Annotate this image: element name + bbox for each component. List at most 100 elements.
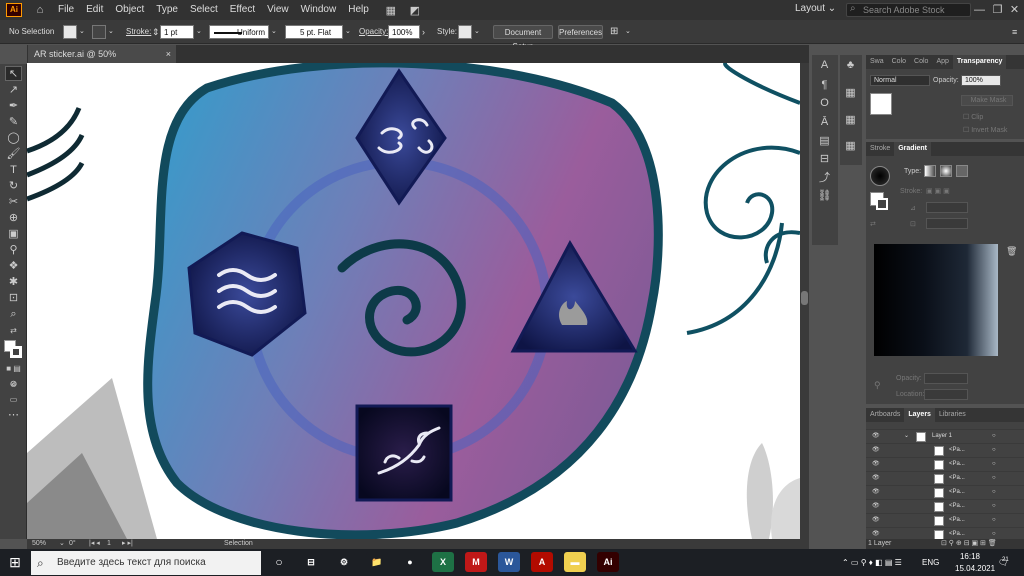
menu-type[interactable]: Type	[150, 0, 184, 20]
zoom-dropdown-icon[interactable]: ⌄	[59, 539, 65, 549]
scissors-tool-icon[interactable]: ✂	[5, 195, 22, 210]
target-circle-icon[interactable]: ○	[992, 430, 996, 443]
stock-search-input[interactable]: Search Adobe Stock	[846, 3, 971, 17]
control-bar-menu-icon[interactable]: ≡	[1012, 25, 1017, 39]
visibility-eye-icon[interactable]: 👁	[872, 472, 880, 485]
taskbar-search-input[interactable]: Введите здесь текст для поиска	[31, 551, 261, 575]
swatches-panel-icon[interactable]: ▦	[842, 112, 859, 128]
arrange-dropdown-icon[interactable]: ⌄	[625, 25, 631, 39]
freeform-gradient-icon[interactable]	[956, 165, 968, 177]
paragraph-panel-icon[interactable]: ¶	[816, 77, 833, 93]
rotation-value[interactable]: 0°	[69, 539, 76, 549]
visibility-eye-icon[interactable]: 👁	[872, 458, 880, 471]
artboard-number[interactable]: 1	[107, 539, 111, 549]
target-circle-icon[interactable]: ○	[992, 500, 996, 513]
target-circle-icon[interactable]: ○	[992, 444, 996, 457]
sublayer-row[interactable]: 👁 <Pa... ○	[866, 513, 1024, 527]
restore-button[interactable]: ❐	[989, 0, 1006, 20]
tab-gradient[interactable]: Gradient	[894, 142, 932, 156]
radial-gradient-icon[interactable]	[940, 165, 952, 177]
menu-object[interactable]: Object	[109, 0, 150, 20]
file-explorer-icon[interactable]: 📁	[366, 552, 388, 572]
angle-field[interactable]	[926, 202, 968, 213]
gradient-opacity-field[interactable]	[924, 373, 968, 384]
visibility-eye-icon[interactable]: 👁	[872, 444, 880, 457]
tab-stroke[interactable]: Stroke	[866, 142, 894, 156]
swap-colors-icon[interactable]: ⇄	[5, 323, 22, 338]
graphic-styles-panel-icon[interactable]: ▦	[842, 85, 859, 101]
tab-artboards[interactable]: Artboards	[866, 408, 904, 422]
menu-edit[interactable]: Edit	[80, 0, 109, 20]
word-icon[interactable]: W	[498, 552, 520, 572]
menu-help[interactable]: Help	[342, 0, 375, 20]
tab-libraries[interactable]: Libraries	[935, 408, 970, 422]
links-panel-icon[interactable]: ⛓	[816, 188, 833, 204]
path-name[interactable]: <Pa...	[949, 472, 965, 485]
path-name[interactable]: <Pa...	[949, 514, 965, 527]
delete-stop-icon[interactable]: 🗑	[1006, 246, 1017, 257]
sublayer-row[interactable]: 👁 <Pa... ○	[866, 499, 1024, 513]
mcafee-icon[interactable]: M	[465, 552, 487, 572]
path-name[interactable]: <Pa...	[949, 458, 965, 471]
screen-mode-icon[interactable]: ▭	[5, 392, 22, 407]
transparency-opacity-field[interactable]: 100%	[961, 75, 1001, 86]
export-panel-icon[interactable]: ⤴	[816, 170, 833, 186]
chrome-icon[interactable]: ●	[399, 552, 421, 572]
vertical-scrollbar[interactable]	[800, 63, 809, 539]
brush-dropdown-icon[interactable]: ⌄	[345, 25, 351, 39]
gradient-stroke-box[interactable]	[876, 198, 888, 210]
glyphs-panel-icon[interactable]: Ā	[816, 114, 833, 130]
direct-selection-tool-icon[interactable]: ↗	[5, 83, 22, 98]
linear-gradient-icon[interactable]	[924, 165, 936, 177]
gradient-eyedropper-icon[interactable]: ⚲	[874, 380, 881, 391]
gradient-swatch[interactable]	[870, 166, 890, 186]
target-circle-icon[interactable]: ○	[992, 472, 996, 485]
sublayer-row[interactable]: 👁 <Pa... ○	[866, 471, 1024, 485]
stroke-profile-select[interactable]: Uniform	[209, 25, 269, 39]
scroll-thumb[interactable]	[801, 291, 808, 305]
tab-color-guide[interactable]: Colo	[910, 55, 932, 69]
tab-layers[interactable]: Layers	[904, 408, 935, 422]
zoom-level[interactable]: 50%	[32, 539, 46, 549]
sublayer-row[interactable]: 👁 <Pa... ○	[866, 457, 1024, 471]
illustrator-icon[interactable]: Ai	[597, 552, 619, 572]
tab-appearance[interactable]: App	[932, 55, 952, 69]
menu-effect[interactable]: Effect	[224, 0, 261, 20]
align-panel-icon[interactable]: ⊟	[816, 151, 833, 167]
brush-select[interactable]: 5 pt. Flat	[285, 25, 343, 39]
minimize-button[interactable]: —	[971, 0, 988, 20]
opentype-panel-icon[interactable]: O	[816, 95, 833, 111]
path-name[interactable]: <Pa...	[949, 500, 965, 513]
arrange-docs-icon[interactable]: ▦	[383, 3, 399, 17]
arrange-icon[interactable]: ⊞	[610, 25, 618, 39]
visibility-eye-icon[interactable]: 👁	[872, 486, 880, 499]
opacity-label[interactable]: Opacity:	[359, 25, 388, 39]
path-name[interactable]: <Pa...	[949, 486, 965, 499]
stroke-weight-dropdown-icon[interactable]: ⌄	[196, 25, 202, 39]
layer-name[interactable]: Layer 1	[932, 430, 952, 443]
stroke-swatch[interactable]	[92, 25, 106, 39]
tab-swatches[interactable]: Swa	[866, 55, 888, 69]
target-circle-icon[interactable]: ○	[992, 486, 996, 499]
clip-checkbox[interactable]: ☐ Clip	[963, 113, 983, 121]
acrobat-icon[interactable]: A	[531, 552, 553, 572]
reverse-gradient-icon[interactable]: ⇄	[870, 220, 876, 228]
layers-footer-icons[interactable]: ⊡ ⚲ ⊕ ⊟ ▣ ⊞ 🗑	[941, 539, 997, 549]
windows-start-icon[interactable]: ⊞	[6, 553, 24, 571]
character-panel-icon[interactable]: A	[816, 57, 833, 73]
first-artboard-icon[interactable]: |◂ ◂	[89, 539, 100, 549]
opacity-arrow-icon[interactable]: ›	[422, 25, 425, 39]
task-view-icon[interactable]: ⊟	[300, 552, 322, 572]
home-icon[interactable]: ⌂	[32, 3, 48, 17]
stroke-stepper-icon[interactable]: ⇕	[152, 25, 160, 39]
menu-file[interactable]: File	[52, 0, 80, 20]
blend-tool-icon[interactable]: ❖	[5, 259, 22, 274]
document-setup-button[interactable]: Document Setup	[493, 25, 553, 51]
opacity-field[interactable]: 100%	[388, 25, 420, 39]
clock[interactable]: 16:18 15.04.2021	[955, 549, 995, 576]
close-window-button[interactable]: ✕	[1006, 0, 1023, 20]
target-circle-icon[interactable]: ○	[992, 514, 996, 527]
notifications-button[interactable]: 🗨 21	[998, 549, 1012, 576]
document-tab[interactable]: AR sticker.ai @ 50% (RGB/Preview)×	[28, 45, 176, 77]
preferences-button[interactable]: Preferences	[558, 25, 603, 39]
